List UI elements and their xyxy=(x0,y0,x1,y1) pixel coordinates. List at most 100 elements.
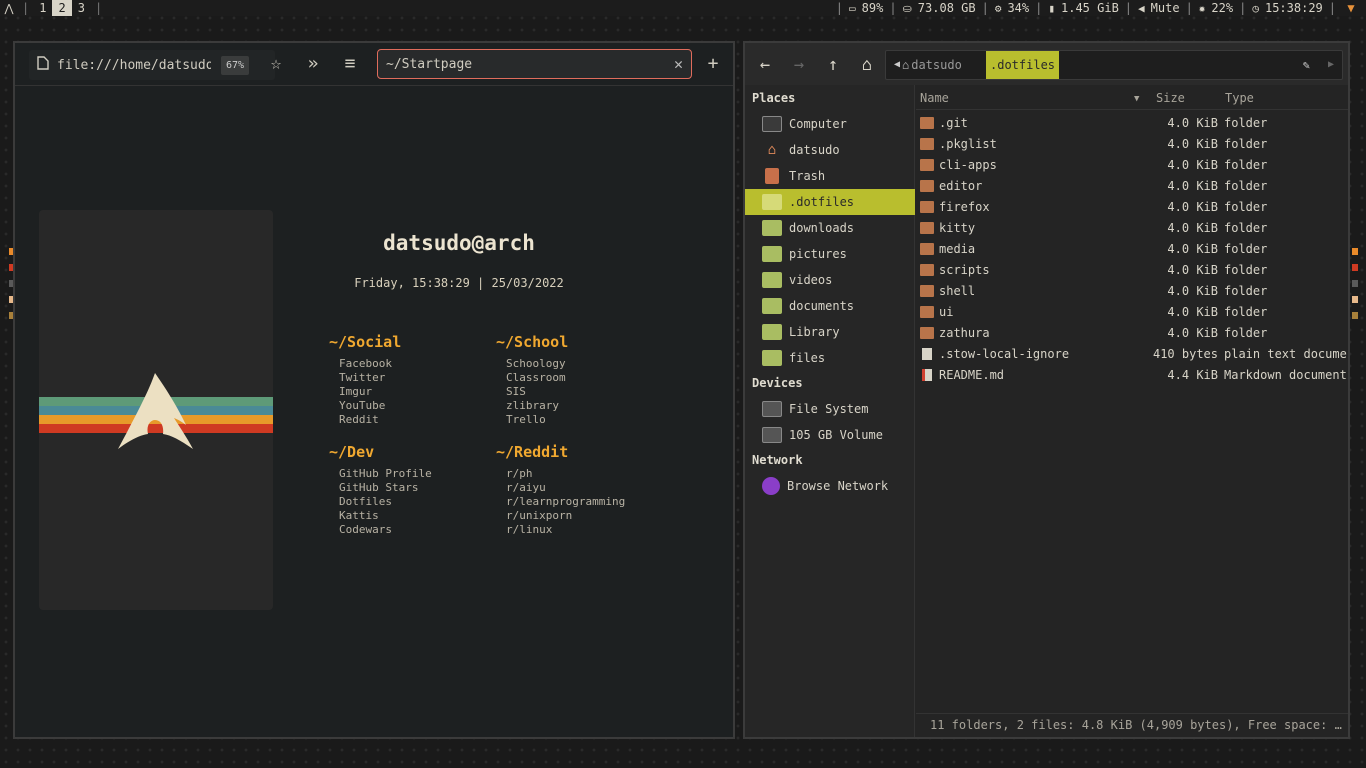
section-school: ~/School Schoology Classroom SIS zlibrar… xyxy=(496,333,568,427)
sidebar-item-volume[interactable]: 105 GB Volume xyxy=(745,422,915,448)
link-classroom[interactable]: Classroom xyxy=(496,371,568,385)
table-row[interactable]: .git 4.0 KiB folder xyxy=(916,113,1348,134)
link-r-ph[interactable]: r/ph xyxy=(496,467,625,481)
section-title: ~/Reddit xyxy=(496,443,569,461)
workspace-1[interactable]: 1 xyxy=(33,0,52,16)
breadcrumb-current[interactable]: .dotfiles xyxy=(986,51,1060,79)
column-header-type[interactable]: Type xyxy=(1225,91,1254,105)
back-arrow-icon[interactable]: ← xyxy=(753,53,777,77)
brightness-status[interactable]: ✹ 22% xyxy=(1193,1,1239,15)
sidebar-item-datsudo[interactable]: ⌂ datsudo xyxy=(745,137,915,163)
arch-linux-logo-icon xyxy=(118,373,193,449)
edit-path-pencil-icon[interactable]: ✎ xyxy=(1303,51,1310,79)
link-kattis[interactable]: Kattis xyxy=(329,509,432,523)
table-row[interactable]: scripts 4.0 KiB folder xyxy=(916,260,1348,281)
link-facebook[interactable]: Facebook xyxy=(329,357,401,371)
section-dev: ~/Dev GitHub Profile GitHub Stars Dotfil… xyxy=(329,443,432,537)
table-row[interactable]: firefox 4.0 KiB folder xyxy=(916,197,1348,218)
column-header-size[interactable]: Size xyxy=(1156,91,1185,105)
videos-folder-icon xyxy=(762,272,782,288)
breadcrumb: ◀ ⌂ datsudo .dotfiles ✎ ▶ xyxy=(885,50,1343,80)
battery-icon: ▭ xyxy=(849,2,856,15)
drive-icon xyxy=(762,427,782,443)
globe-icon xyxy=(762,477,780,495)
link-trello[interactable]: Trello xyxy=(496,413,568,427)
link-schoology[interactable]: Schoology xyxy=(496,357,568,371)
file-list: Name ▼ Size Type .git 4.0 KiB folder .pkgl… xyxy=(916,85,1348,713)
zoom-badge[interactable]: 67% xyxy=(221,55,250,75)
arch-logo-icon[interactable]: ⋀ xyxy=(0,2,18,15)
sidebar-item-videos[interactable]: videos xyxy=(745,267,915,293)
table-row[interactable]: shell 4.0 KiB folder xyxy=(916,281,1348,302)
link-dotfiles[interactable]: Dotfiles xyxy=(329,495,432,509)
sidebar-item-dotfiles[interactable]: .dotfiles xyxy=(745,189,915,215)
column-header-name[interactable]: Name xyxy=(920,91,949,105)
sidebar-item-files[interactable]: files xyxy=(745,345,915,371)
table-row[interactable]: media 4.0 KiB folder xyxy=(916,239,1348,260)
folder-icon xyxy=(920,159,934,171)
folder-icon xyxy=(920,180,934,192)
link-zlibrary[interactable]: zlibrary xyxy=(496,399,568,413)
forward-arrow-icon[interactable]: → xyxy=(787,53,811,77)
url-bar[interactable]: file:///home/datsudo/ 67% xyxy=(29,50,275,80)
folder-icon xyxy=(920,117,934,129)
volume-status[interactable]: ◀ Mute xyxy=(1132,1,1186,15)
overflow-chevrons-icon[interactable]: » xyxy=(301,52,325,76)
sidebar-item-browse-network[interactable]: Browse Network xyxy=(745,473,915,499)
folder-icon xyxy=(920,201,934,213)
sidebar-item-trash[interactable]: Trash xyxy=(745,163,915,189)
cpu-icon: ⚙ xyxy=(994,2,1002,15)
disk-icon: ⛀ xyxy=(902,2,912,15)
url-text[interactable]: file:///home/datsudo/ xyxy=(57,58,211,73)
document-icon xyxy=(29,56,57,74)
home-icon: ⌂ xyxy=(767,142,777,158)
status-bar: 11 folders, 2 files: 4.8 KiB (4,909 byte… xyxy=(916,713,1348,737)
sidebar-item-computer[interactable]: Computer xyxy=(745,111,915,137)
table-row[interactable]: .stow-local-ignore 410 bytes plain text do… xyxy=(916,344,1348,365)
scroll-right-icon[interactable]: ▶ xyxy=(1328,51,1334,79)
sidebar-item-downloads[interactable]: downloads xyxy=(745,215,915,241)
hamburger-menu-icon[interactable]: ≡ xyxy=(338,52,362,76)
table-row[interactable]: zathura 4.0 KiB folder xyxy=(916,323,1348,344)
search-input[interactable]: ~/Startpage ✕ xyxy=(377,49,692,79)
link-r-unixporn[interactable]: r/unixporn xyxy=(496,509,625,523)
table-row[interactable]: .pkglist 4.0 KiB folder xyxy=(916,134,1348,155)
status-area: | ▭ 89% | ⛀ 73.08 GB | ⚙ 34% | ▮ 1.45 GiB | … xyxy=(836,0,1366,16)
up-arrow-icon[interactable]: ↑ xyxy=(821,53,845,77)
link-github-profile[interactable]: GitHub Profile xyxy=(329,467,432,481)
sidebar-item-pictures[interactable]: pictures xyxy=(745,241,915,267)
table-row[interactable]: editor 4.0 KiB folder xyxy=(916,176,1348,197)
link-twitter[interactable]: Twitter xyxy=(329,371,401,385)
link-codewars[interactable]: Codewars xyxy=(329,523,432,537)
table-row[interactable]: ui 4.0 KiB folder xyxy=(916,302,1348,323)
link-r-learnprogramming[interactable]: r/learnprogramming xyxy=(496,495,625,509)
workspace-3[interactable]: 3 xyxy=(72,0,91,16)
memory-status: ▮ 1.45 GiB xyxy=(1048,1,1119,15)
home-icon[interactable]: ⌂ xyxy=(855,53,879,77)
workspace-2[interactable]: 2 xyxy=(52,0,72,16)
new-tab-plus-icon[interactable]: + xyxy=(701,52,725,76)
link-github-stars[interactable]: GitHub Stars xyxy=(329,481,432,495)
bookmark-star-icon[interactable]: ☆ xyxy=(264,52,288,76)
table-row[interactable]: cli-apps 4.0 KiB folder xyxy=(916,155,1348,176)
devices-header: Devices xyxy=(752,376,803,390)
link-sis[interactable]: SIS xyxy=(496,385,568,399)
link-r-linux[interactable]: r/linux xyxy=(496,523,625,537)
link-youtube[interactable]: YouTube xyxy=(329,399,401,413)
breadcrumb-home[interactable]: ⌂ datsudo xyxy=(902,51,962,79)
table-row[interactable]: kitty 4.0 KiB folder xyxy=(916,218,1348,239)
link-imgur[interactable]: Imgur xyxy=(329,385,401,399)
home-icon: ⌂ xyxy=(902,58,910,72)
sidebar-item-library[interactable]: Library xyxy=(745,319,915,345)
sort-chevron-down-icon[interactable]: ▼ xyxy=(1134,94,1139,104)
sidebar-item-file-system[interactable]: File System xyxy=(745,396,915,422)
network-tray-icon[interactable]: ▼ xyxy=(1336,1,1366,15)
network-header: Network xyxy=(752,453,803,467)
clear-search-icon[interactable]: ✕ xyxy=(674,55,683,73)
link-r-aiyu[interactable]: r/aiyu xyxy=(496,481,625,495)
table-row[interactable]: README.md 4.4 KiB Markdown document xyxy=(916,365,1348,386)
scroll-left-icon[interactable]: ◀ xyxy=(894,51,900,79)
monitor-icon xyxy=(762,116,782,132)
sidebar-item-documents[interactable]: documents xyxy=(745,293,915,319)
link-reddit[interactable]: Reddit xyxy=(329,413,401,427)
